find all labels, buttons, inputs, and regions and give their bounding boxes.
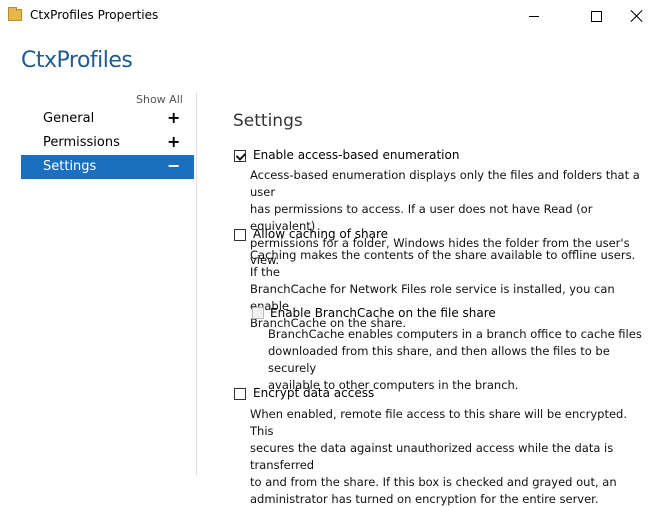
- access-based-enumeration-label[interactable]: Enable access-based enumeration: [253, 148, 459, 162]
- page-title: CtxProfiles: [21, 48, 133, 73]
- sidebar-item-general[interactable]: General +: [21, 107, 194, 131]
- enable-branchcache-label[interactable]: Enable BranchCache on the file share: [270, 306, 496, 320]
- divider: [196, 92, 197, 476]
- expand-icon: +: [167, 108, 181, 127]
- show-all-link[interactable]: Show All: [136, 93, 183, 106]
- description-line: Access-based enumeration displays only t…: [250, 168, 640, 199]
- minimize-icon: [529, 15, 539, 17]
- sidebar-item-label: Settings: [43, 159, 97, 174]
- encrypt-data-access-label[interactable]: Encrypt data access: [253, 386, 374, 400]
- description-line: Caching makes the contents of the share …: [250, 248, 636, 279]
- sidebar-item-label: Permissions: [43, 135, 120, 150]
- access-based-enumeration-checkbox[interactable]: [234, 150, 246, 162]
- description-line: administrator has turned on encryption f…: [250, 492, 599, 506]
- allow-caching-checkbox[interactable]: [234, 229, 246, 241]
- maximize-button[interactable]: [573, 0, 619, 32]
- sidebar-item-settings[interactable]: Settings −: [21, 155, 194, 179]
- folder-icon: [8, 7, 22, 21]
- description-line: BranchCache enables computers in a branc…: [268, 327, 642, 341]
- sidebar-item-label: General: [43, 111, 95, 126]
- minimize-button[interactable]: [511, 0, 557, 32]
- collapse-icon: −: [167, 156, 181, 175]
- description-line: downloaded from this share, and then all…: [268, 344, 610, 375]
- description-line: to and from the share. If this box is ch…: [250, 475, 617, 489]
- description-line: When enabled, remote file access to this…: [250, 407, 627, 438]
- encrypt-data-access-checkbox[interactable]: [234, 388, 246, 400]
- expand-icon: +: [167, 132, 181, 151]
- sidebar-item-permissions[interactable]: Permissions +: [21, 131, 194, 155]
- section-title: Settings: [233, 111, 303, 131]
- window-title: CtxProfiles Properties: [30, 8, 159, 22]
- enable-branchcache-checkbox[interactable]: [252, 307, 264, 319]
- allow-caching-label[interactable]: Allow caching of share: [253, 227, 388, 241]
- description-line: secures the data against unauthorized ac…: [250, 441, 614, 472]
- enable-branchcache-description: BranchCache enables computers in a branc…: [268, 326, 643, 394]
- close-button[interactable]: [624, 0, 649, 32]
- title-bar: CtxProfiles Properties: [0, 0, 649, 32]
- close-icon: [631, 10, 643, 22]
- maximize-icon: [590, 10, 602, 22]
- encrypt-data-access-description: When enabled, remote file access to this…: [250, 406, 645, 508]
- sidebar-nav: General + Permissions + Settings −: [21, 107, 194, 179]
